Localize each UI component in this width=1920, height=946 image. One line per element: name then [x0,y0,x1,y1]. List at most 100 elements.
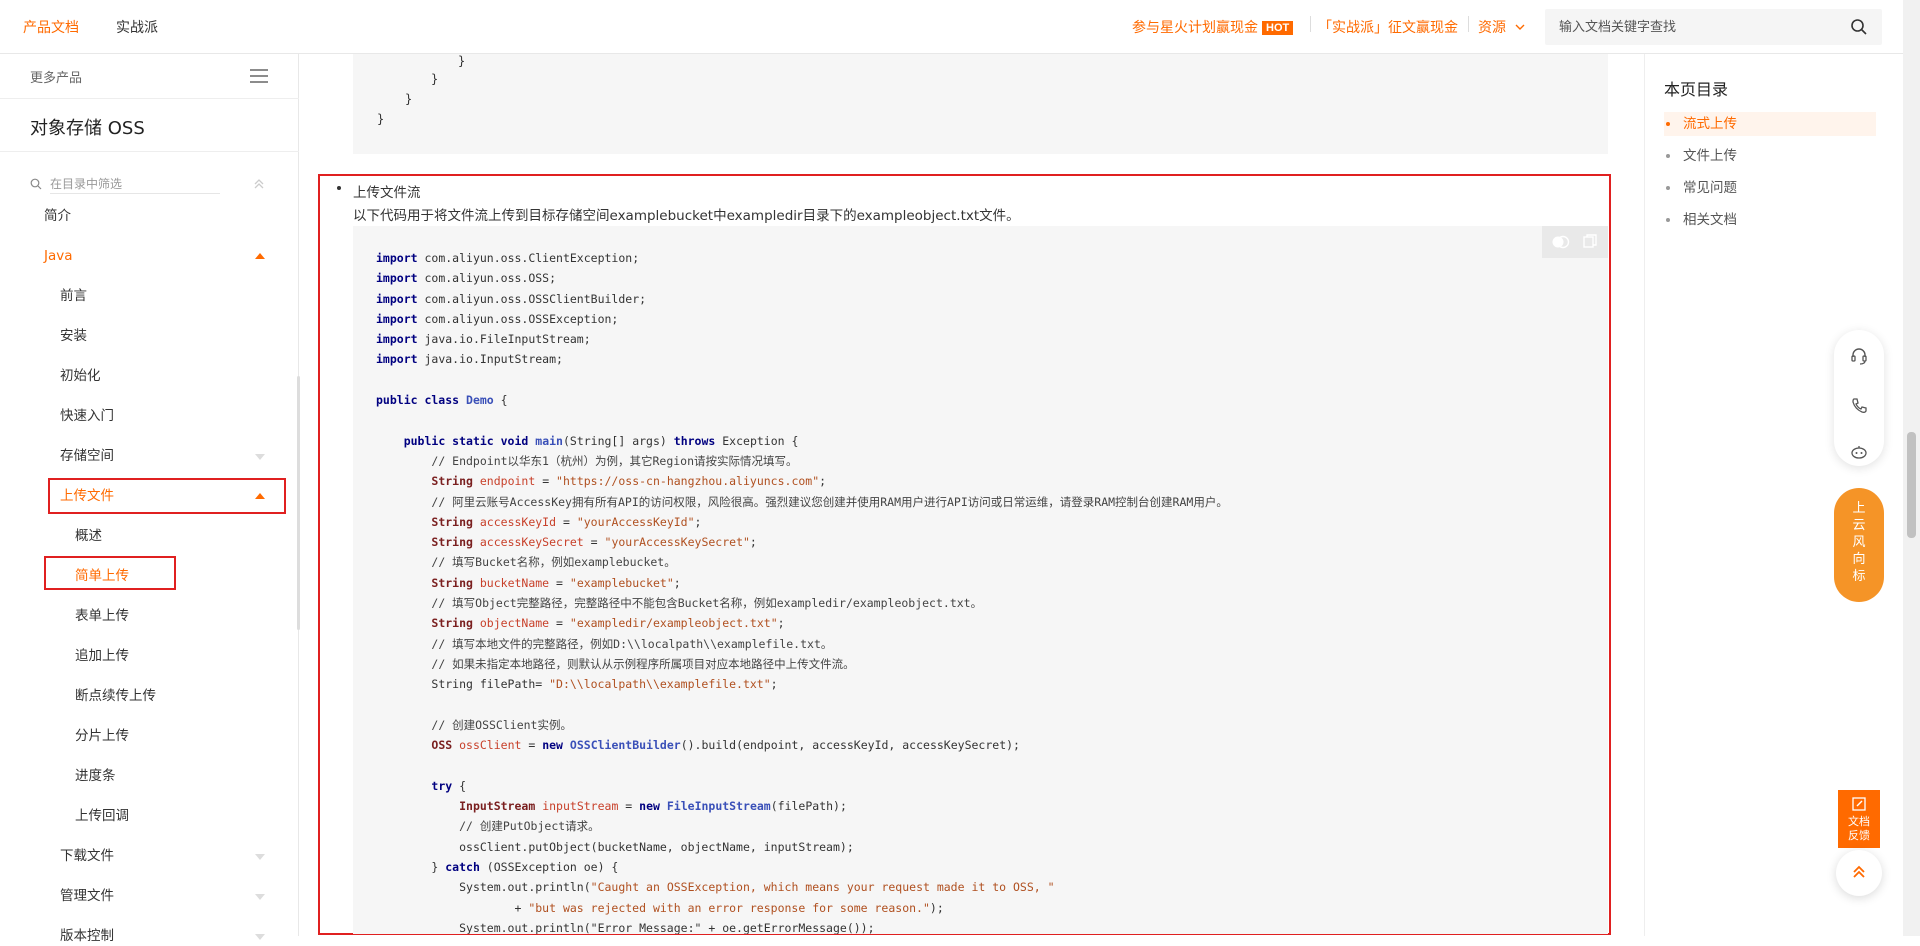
toc-item-stream-upload[interactable]: 流式上传 [1664,112,1876,136]
promo-spark-plan-label: 参与星火计划赢现金 [1132,20,1258,36]
code-line: } catch (OSSException oe) { [376,859,619,874]
doc-search-input[interactable] [1559,17,1839,37]
sidebar-item-intro[interactable]: 简介 [44,206,71,226]
toc-item-faq[interactable]: 常见问题 [1664,176,1876,200]
divider [0,98,299,99]
wind-char: 风 [1852,535,1866,550]
doc-search-box [1545,9,1882,45]
sidebar-item-append-upload[interactable]: 追加上传 [75,646,129,666]
sidebar-item-java[interactable]: Java [44,246,73,266]
toc-bullet [1666,154,1670,158]
sidebar-item-upload[interactable]: 上传文件 [60,486,114,506]
code-line: public class Demo { [376,393,508,408]
code-line: try { [431,778,467,793]
sidebar-item-bucket[interactable]: 存储空间 [60,446,114,466]
chat-bot-icon[interactable] [1849,442,1869,462]
nav-product-docs[interactable]: 产品文档 [23,17,79,37]
feedback-label: 反馈 [1848,829,1870,842]
customer-service-icon[interactable] [1849,346,1869,366]
sidebar-item-overview[interactable]: 概述 [75,526,102,546]
code-line: } [458,54,466,68]
promo-essay-link[interactable]: 「实战派」征文赢现金 [1318,17,1458,37]
chevron-down-icon[interactable] [255,854,265,860]
directory-filter-input[interactable] [50,174,220,194]
resources-dropdown[interactable]: 资源 [1478,17,1526,37]
nav-practice[interactable]: 实战派 [116,17,158,37]
sidebar-item-versioning[interactable]: 版本控制 [60,926,114,946]
chevron-up-icon[interactable] [255,253,265,259]
sidebar-scrollbar[interactable] [297,376,300,630]
chevron-down-icon[interactable] [255,934,265,940]
sidebar-item-simple-upload[interactable]: 简单上传 [75,566,129,586]
toc-bullet [1666,186,1670,190]
sidebar-item-manage-files[interactable]: 管理文件 [60,886,114,906]
code-line: String accessKeySecret = "yourAccessKeyS… [431,535,757,550]
code-line: // 填写本地文件的完整路径，例如D:\\localpath\\examplef… [431,636,833,651]
code-line: // 如果未指定本地路径，则默认从示例程序所属项目对应本地路径中上传文件流。 [431,656,855,671]
product-title: 对象存储 OSS [30,118,145,139]
floating-contact-panel [1834,330,1884,466]
sidebar-item-resumable-upload[interactable]: 断点续传上传 [75,686,156,706]
code-line: import com.aliyun.oss.OSSClientBuilder; [376,291,647,306]
code-toolbar [1542,226,1608,258]
wind-char: 标 [1852,569,1866,584]
scrollbar-thumb[interactable] [1907,432,1916,538]
sidebar-item-multipart-upload[interactable]: 分片上传 [75,726,129,746]
section-title: 上传文件流 [353,185,421,201]
code-line: // 阿里云账号AccessKey拥有所有API的访问权限，风险很高。强烈建议您… [431,494,1228,509]
sidebar-item-quickstart[interactable]: 快速入门 [60,406,114,426]
sidebar-item-progress-bar[interactable]: 进度条 [75,766,116,786]
code-line: import java.io.FileInputStream; [376,332,591,347]
code-line: import com.aliyun.oss.OSSException; [376,311,619,326]
code-line: + "but was rejected with an error respon… [376,900,944,915]
list-bullet [337,186,341,190]
page-scrollbar[interactable] [1903,0,1920,936]
resources-label: 资源 [1478,20,1506,36]
sidebar-item-install[interactable]: 安装 [60,326,87,346]
wind-char: 云 [1852,518,1866,533]
menu-icon[interactable] [250,68,268,84]
copy-icon[interactable] [1582,233,1598,249]
hot-badge: HOT [1262,21,1294,35]
back-to-top-button[interactable] [1836,850,1882,896]
chevron-up-icon[interactable] [255,493,265,499]
code-line: ossClient.putObject(bucketName, objectNa… [459,839,854,854]
chevron-down-icon[interactable] [255,454,265,460]
theme-toggle-icon[interactable] [1551,234,1571,250]
code-line: String filePath= "D:\\localpath\\example… [431,677,778,692]
feedback-label: 文档 [1848,815,1870,828]
edit-icon [1852,797,1866,811]
code-line: String objectName = "exampledir/exampleo… [431,616,785,631]
promo-spark-plan-link[interactable]: 参与星火计划赢现金 HOT [1132,17,1294,37]
previous-code-block: } } } } [353,54,1608,154]
code-line: public static void main(String[] args) t… [403,433,799,448]
divider [1310,16,1311,32]
code-line: } [405,92,413,106]
section-description: 以下代码用于将文件流上传到目标存储空间examplebucket中example… [353,208,1020,224]
code-line: import com.aliyun.oss.ClientException; [376,251,640,265]
chevron-down-icon[interactable] [255,894,265,900]
code-line: // 填写Bucket名称，例如examplebucket。 [431,555,676,570]
chevron-down-icon [1515,24,1525,30]
search-icon[interactable] [1850,18,1868,36]
collapse-all-icon[interactable] [252,177,266,191]
toc-item-related-docs[interactable]: 相关文档 [1664,208,1876,232]
cloud-wind-vane-button[interactable]: 上 云 风 向 标 [1834,488,1884,602]
doc-feedback-button[interactable]: 文档 反馈 [1838,790,1880,848]
toc-item-file-upload[interactable]: 文件上传 [1664,144,1876,168]
sidebar-item-init[interactable]: 初始化 [60,366,101,386]
sidebar-item-form-upload[interactable]: 表单上传 [75,606,129,626]
sidebar-item-download[interactable]: 下载文件 [60,846,114,866]
code-block: import com.aliyun.oss.ClientException; im… [353,226,1608,934]
sidebar-item-preface[interactable]: 前言 [60,286,87,306]
sidebar-item-upload-callback[interactable]: 上传回调 [75,806,129,826]
code-line: String endpoint = "https://oss-cn-hangzh… [431,474,827,489]
code-line: // 创建PutObject请求。 [459,819,600,834]
top-navigation-bar: 产品文档 实战派 参与星火计划赢现金 HOT 「实战派」征文赢现金 资源 [0,0,1903,54]
phone-icon[interactable] [1849,396,1869,416]
arrow-up-icon [1853,865,1865,878]
